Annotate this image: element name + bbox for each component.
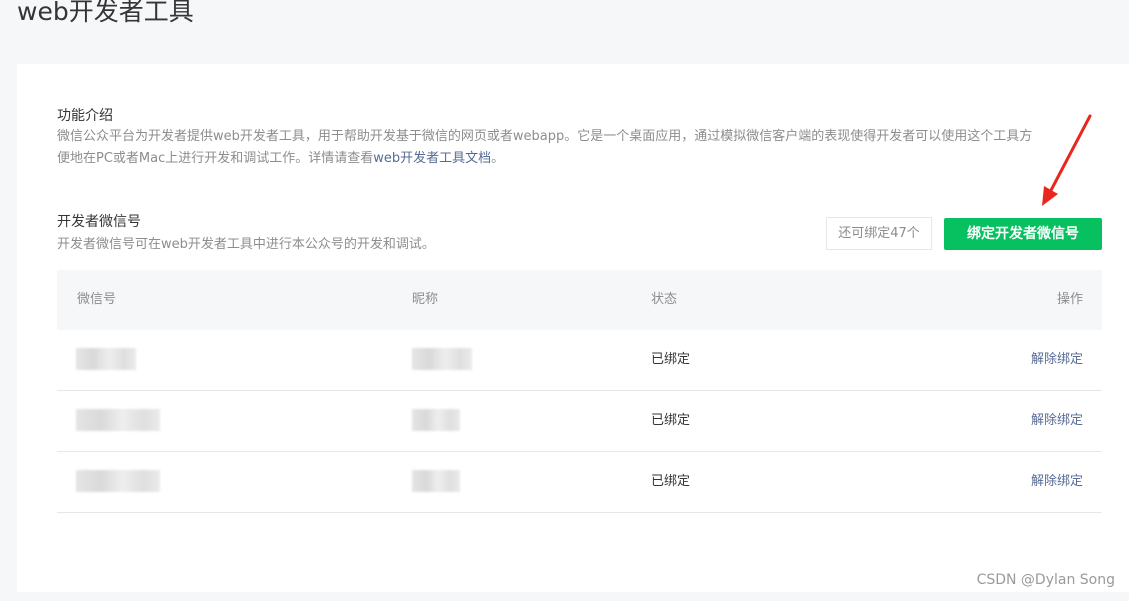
devs-title: 开发者微信号 bbox=[57, 214, 141, 230]
devs-desc: 开发者微信号可在web开发者工具中进行本公众号的开发和调试。 bbox=[57, 237, 435, 252]
remaining-count: 还可绑定47个 bbox=[826, 217, 932, 250]
header-action: 操作 bbox=[1056, 292, 1083, 307]
intro-desc-line2: 便地在PC或者Mac上进行开发和调试工作。详情请查看web开发者工具文档。 bbox=[57, 148, 504, 170]
watermark: CSDN @Dylan Song bbox=[976, 572, 1115, 588]
unbind-link[interactable]: 解除绑定 bbox=[1031, 452, 1083, 512]
redacted-wechat-id bbox=[76, 409, 160, 431]
redacted-wechat-id bbox=[76, 348, 136, 370]
status-text: 已绑定 bbox=[651, 413, 691, 428]
table-row: 已绑定 解除绑定 bbox=[57, 452, 1102, 513]
redacted-wechat-id bbox=[76, 470, 160, 492]
unbind-link[interactable]: 解除绑定 bbox=[1031, 391, 1083, 451]
table-row: 已绑定 解除绑定 bbox=[57, 391, 1102, 452]
table-row: 已绑定 解除绑定 bbox=[57, 330, 1102, 391]
intro-title: 功能介绍 bbox=[57, 108, 113, 124]
redacted-nickname bbox=[412, 348, 472, 370]
doc-link[interactable]: web开发者工具文档 bbox=[373, 151, 491, 166]
content-card: 功能介绍 微信公众平台为开发者提供web开发者工具，用于帮助开发基于微信的网页或… bbox=[17, 64, 1129, 592]
redacted-nickname bbox=[412, 409, 460, 431]
annotation-arrow-icon bbox=[1042, 114, 1092, 206]
status-text: 已绑定 bbox=[651, 474, 691, 489]
unbind-link[interactable]: 解除绑定 bbox=[1031, 330, 1083, 390]
intro-desc-end: 。 bbox=[491, 151, 505, 166]
intro-desc-text: 便地在PC或者Mac上进行开发和调试工作。详情请查看 bbox=[57, 151, 374, 166]
redacted-nickname bbox=[412, 470, 460, 492]
status-text: 已绑定 bbox=[651, 352, 691, 367]
developer-table: 微信号 昵称 状态 操作 已绑定 解除绑定 已绑定 解除绑定 已绑定 解除绑定 bbox=[57, 270, 1102, 513]
bind-developer-button[interactable]: 绑定开发者微信号 bbox=[944, 218, 1102, 250]
intro-desc-line1: 微信公众平台为开发者提供web开发者工具，用于帮助开发基于微信的网页或者weba… bbox=[57, 129, 1033, 144]
header-wechat-id: 微信号 bbox=[77, 292, 117, 307]
table-header: 微信号 昵称 状态 操作 bbox=[57, 270, 1102, 330]
header-nickname: 昵称 bbox=[412, 292, 439, 307]
page-title: web开发者工具 bbox=[17, 0, 194, 26]
header-status: 状态 bbox=[651, 292, 678, 307]
